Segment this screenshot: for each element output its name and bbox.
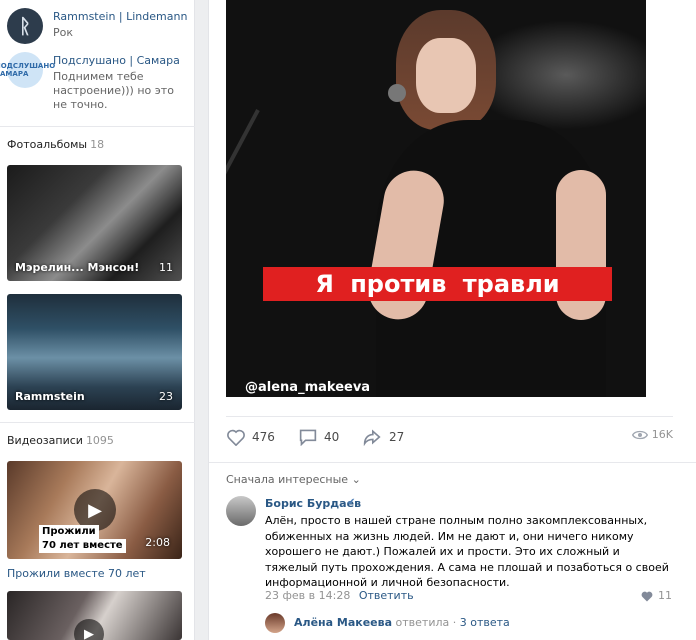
comment-count: 40 (324, 430, 340, 444)
group-name[interactable]: Подслушано | Самара (53, 54, 180, 67)
reply-author[interactable]: Алёна Макеева (294, 616, 392, 629)
photo-handle: @alena_makeeva (245, 380, 371, 395)
comment-meta: 23 фев в 14:28 Ответить (265, 589, 414, 602)
reply-button[interactable]: Ответить (359, 589, 414, 602)
reply-action: ответила (395, 616, 450, 629)
videos-count: 1095 (85, 434, 114, 447)
chevron-down-icon: ⌄ (351, 473, 361, 486)
group-avatar[interactable]: ПОДСЛУШАНО САМАРА (0, 52, 55, 88)
left-sidebar: ᚱ Rammstein | Lindemann Рок ПОДСЛУШАНО С… (0, 0, 195, 640)
post-actions: 476 40 27 16K (226, 428, 673, 448)
divider (209, 462, 696, 463)
comment-button[interactable]: 40 (298, 428, 339, 446)
videos-title[interactable]: Видеозаписи (7, 434, 83, 447)
divider (0, 126, 195, 127)
photo-banner: Я против травли (263, 267, 612, 301)
photo-face (416, 38, 476, 113)
albums-count: 18 (90, 138, 105, 151)
group-name[interactable]: Rammstein | Lindemann (53, 10, 187, 23)
mic-stand (226, 109, 260, 341)
comment-icon (299, 429, 317, 446)
avatar[interactable] (265, 613, 285, 633)
divider (226, 416, 673, 417)
video-thumb[interactable]: ▶ (7, 591, 182, 640)
albums-title[interactable]: Фотоальбомы (7, 138, 87, 151)
group-category: Рок (53, 26, 74, 39)
album-caption: Мэрелин... Мэнсон! (15, 261, 140, 274)
video-duration: 2:08 (145, 536, 170, 549)
microphone (388, 84, 406, 102)
separator: · (452, 616, 457, 629)
like-button[interactable]: 476 (226, 428, 275, 446)
comment-text: Алён, просто в нашей стране полным полно… (265, 514, 669, 589)
comment-like-button[interactable]: 11 (640, 589, 672, 602)
like-count: 476 (252, 430, 275, 444)
albums-header[interactable]: Фотоальбомы 18 (7, 138, 104, 151)
group-avatar[interactable]: ᚱ (7, 8, 43, 44)
views: 16K (631, 428, 673, 441)
album-count: 23 (159, 390, 173, 403)
album-caption: Rammstein (15, 390, 85, 403)
video-thumb[interactable]: ▶ Прожили 70 лет вместе 2:08 (7, 461, 182, 559)
comment-date[interactable]: 23 фев в 14:28 (265, 589, 350, 602)
sort-label: Сначала интересные (226, 473, 349, 486)
album-thumb[interactable]: Rammstein 23 (7, 294, 182, 410)
play-icon[interactable]: ▶ (74, 619, 104, 640)
comment-sort-dropdown[interactable]: Сначала интересные ⌄ (226, 473, 361, 486)
share-button[interactable]: 27 (361, 428, 404, 446)
comment-like-count: 11 (658, 589, 672, 602)
heart-icon (227, 429, 245, 446)
video-overlay-text: Прожили (39, 525, 99, 539)
views-count: 16K (651, 428, 673, 441)
share-count: 27 (389, 430, 405, 444)
album-count: 11 (159, 261, 173, 274)
share-icon (363, 429, 381, 446)
replies-link[interactable]: Алёна Макеева ответила · 3 ответа (294, 616, 510, 629)
post-photo[interactable]: Я против травли @alena_makeeva (226, 0, 646, 397)
video-overlay-text: 70 лет вместе (39, 539, 126, 553)
heart-icon (641, 591, 653, 601)
eye-icon (631, 430, 648, 439)
avatar[interactable] (226, 496, 256, 526)
group-status: Поднимем тебе настроение))) но это не то… (53, 70, 174, 111)
post: Я против травли @alena_makeeva 476 40 27… (208, 0, 696, 640)
verified-icon: ✔ (347, 497, 356, 508)
album-thumb[interactable]: Мэрелин... Мэнсон! 11 (7, 165, 182, 281)
videos-header[interactable]: Видеозаписи 1095 (7, 434, 114, 447)
divider (0, 422, 195, 423)
video-title[interactable]: Прожили вместе 70 лет (7, 567, 146, 580)
reply-count[interactable]: 3 ответа (460, 616, 510, 629)
